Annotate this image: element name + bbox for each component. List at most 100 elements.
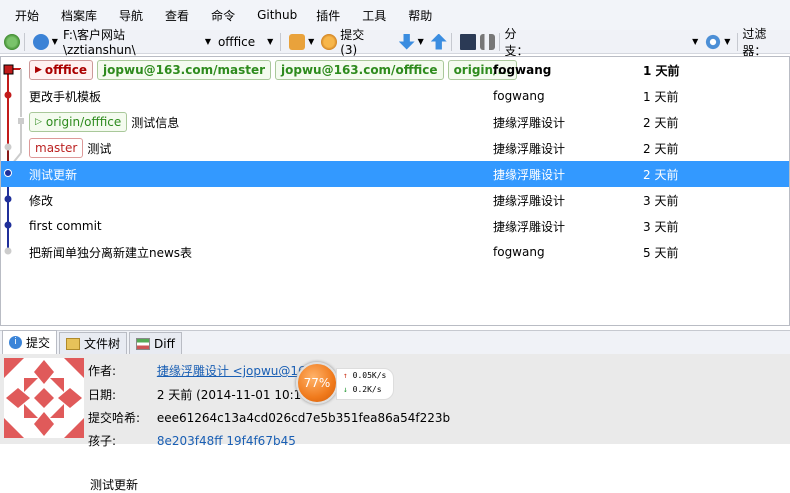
commit-author: 捷缘浮雕设计 — [493, 193, 566, 208]
menu-tools[interactable]: 工具 — [362, 7, 386, 24]
commit-date: 2 天前 — [643, 115, 679, 130]
date-label: 日期: — [88, 388, 117, 402]
menu-repository[interactable]: 档案库 — [61, 7, 97, 24]
speed-percent-circle: 77% — [296, 362, 338, 404]
refs-cell: ▶ offfice jopwu@163.com/master jopwu@163.… — [29, 60, 518, 80]
commit-message: 修改 — [29, 193, 54, 208]
menu-plugins[interactable]: 插件 — [316, 7, 340, 24]
commit-message: 测试 — [87, 141, 112, 156]
menu-github[interactable]: Github — [257, 8, 297, 22]
commit-row[interactable]: 修改 捷缘浮雕设计 3 天前 — [1, 187, 789, 213]
chevron-down-icon[interactable]: ▼ — [308, 37, 314, 46]
commit-row-selected[interactable]: 测试更新 捷缘浮雕设计 2 天前 — [1, 161, 789, 187]
author-row: 作者: 捷缘浮雕设计 <jopwu@16 — [88, 362, 306, 379]
pull-icon[interactable] — [398, 33, 415, 50]
children-row: 孩子: 8e203f48ff 19f4f67b45 — [88, 432, 296, 449]
branch-arrow-icon: ▷ — [35, 117, 42, 127]
chevron-down-icon[interactable]: ▼ — [724, 37, 730, 46]
branch-filter-dropdown[interactable] — [540, 33, 689, 51]
chevron-down-icon[interactable]: ▼ — [418, 37, 424, 46]
network-speed-widget[interactable]: 77% ↑ 0.05K/s ↓ 0.2K/s — [296, 360, 396, 404]
commit-row[interactable]: master 测试 捷缘浮雕设计 2 天前 — [1, 135, 789, 161]
menu-navigate[interactable]: 导航 — [119, 7, 143, 24]
toolbar-separator — [280, 32, 282, 51]
commit-message: 测试信息 — [131, 115, 180, 130]
menu-view[interactable]: 查看 — [165, 7, 189, 24]
ref-current-branch[interactable]: ▶ offfice — [29, 60, 94, 80]
toolbar: ▼ F:\客户网站\zztianshun\ ▼ offfice ▼ ▼ 提交 (… — [0, 27, 790, 58]
author-label: 作者: — [88, 364, 117, 378]
speed-readout: ↑ 0.05K/s ↓ 0.2K/s — [336, 368, 394, 400]
commit-message: 更改手机模板 — [29, 89, 102, 104]
commit-author: 捷缘浮雕设计 — [493, 167, 566, 182]
commit-message: first commit — [29, 219, 102, 233]
chevron-down-icon[interactable]: ▼ — [692, 37, 698, 46]
commit-author: fogwang — [493, 245, 545, 259]
author-avatar — [4, 358, 84, 438]
repository-icon[interactable] — [32, 33, 49, 50]
diff-icon — [136, 337, 151, 350]
toolbar-separator — [23, 32, 25, 51]
commit-row[interactable]: ▶ offfice jopwu@163.com/master jopwu@163.… — [1, 57, 789, 83]
ref-remote-branch[interactable]: jopwu@163.com/master — [97, 60, 272, 80]
tab-diff[interactable]: Diff — [129, 332, 182, 354]
branch-selector[interactable]: offfice — [218, 35, 255, 49]
commit-author: 捷缘浮雕设计 — [493, 141, 566, 156]
refresh-icon[interactable] — [4, 33, 20, 50]
commit-row[interactable]: ▷ origin/offfice 测试信息 捷缘浮雕设计 2 天前 — [1, 109, 789, 135]
toolbar-separator — [499, 32, 501, 51]
detail-tabs: i 提交 文件树 Diff — [0, 330, 790, 354]
children-links[interactable]: 8e203f48ff 19f4f67b45 — [157, 434, 296, 448]
chevron-down-icon[interactable]: ▼ — [52, 37, 58, 46]
commit-date: 1 天前 — [643, 63, 680, 78]
commit-author: fogwang — [493, 63, 552, 77]
ref-remote-branch[interactable]: ▷ origin/offfice — [29, 112, 128, 132]
commit-date: 2 天前 — [643, 167, 679, 182]
commit-message: 测试更新 — [29, 167, 78, 182]
commit-date: 3 天前 — [643, 219, 679, 234]
author-link[interactable]: 捷缘浮雕设计 <jopwu@16 — [157, 364, 306, 378]
date-row: 日期: 2 天前 (2014-11-01 10:16 — [88, 386, 309, 403]
commit-icon[interactable] — [321, 33, 338, 50]
commit-row[interactable]: 把新闻单独分离新建立news表 fogwang 5 天前 — [1, 239, 789, 265]
commit-list: ▶ offfice jopwu@163.com/master jopwu@163.… — [0, 56, 790, 326]
hash-row: 提交哈希: eee61264c13a4cd026cd7e5b351fea86a5… — [88, 409, 450, 426]
download-speed: 0.2K/s — [352, 385, 382, 394]
push-icon[interactable] — [430, 33, 447, 50]
commit-author: 捷缘浮雕设计 — [493, 219, 566, 234]
gear-icon[interactable] — [705, 33, 722, 50]
commit-detail-panel: 作者: 捷缘浮雕设计 <jopwu@16 日期: 2 天前 (2014-11-0… — [0, 354, 790, 492]
ref-local-branch[interactable]: master — [29, 138, 84, 158]
hash-value: eee61264c13a4cd026cd7e5b351fea86a54f223b — [156, 411, 451, 425]
info-icon: i — [9, 336, 22, 349]
toolbar-separator — [450, 32, 452, 51]
commit-date: 2 天前 — [643, 141, 679, 156]
upload-arrow-icon: ↑ — [343, 371, 348, 380]
toolbar-separator — [737, 32, 739, 51]
branch-arrow-icon: ▶ — [35, 65, 42, 75]
menu-help[interactable]: 帮助 — [408, 7, 432, 24]
file-tree-icon — [66, 337, 81, 350]
menu-command[interactable]: 命令 — [211, 7, 235, 24]
branch-filter-label: 分支： — [504, 26, 529, 58]
commit-row[interactable]: 更改手机模板 fogwang 1 天前 — [1, 83, 789, 109]
chevron-down-icon[interactable]: ▼ — [267, 37, 273, 46]
commit-date: 1 天前 — [643, 89, 679, 104]
commit-message: 把新闻单独分离新建立news表 — [29, 245, 193, 260]
commit-date: 5 天前 — [643, 245, 679, 260]
checkout-icon[interactable] — [289, 33, 306, 50]
children-label: 孩子: — [88, 434, 117, 448]
ref-remote-branch[interactable]: jopwu@163.com/offfice — [275, 60, 444, 80]
menu-start[interactable]: 开始 — [15, 7, 39, 24]
tab-file-tree[interactable]: 文件树 — [59, 332, 128, 354]
date-value: 2 天前 (2014-11-01 10:16 — [156, 388, 309, 402]
repository-path[interactable]: F:\客户网站\zztianshun\ — [63, 26, 197, 57]
settings-tools-icon[interactable] — [479, 33, 496, 50]
commit-row[interactable]: first commit 捷缘浮雕设计 3 天前 — [1, 213, 789, 239]
download-arrow-icon: ↓ — [343, 385, 348, 394]
commit-button[interactable]: 提交 (3) — [340, 26, 385, 57]
commit-date: 3 天前 — [643, 193, 679, 208]
terminal-icon[interactable] — [459, 33, 476, 50]
chevron-down-icon[interactable]: ▼ — [205, 37, 211, 46]
tab-commit[interactable]: i 提交 — [2, 330, 58, 354]
